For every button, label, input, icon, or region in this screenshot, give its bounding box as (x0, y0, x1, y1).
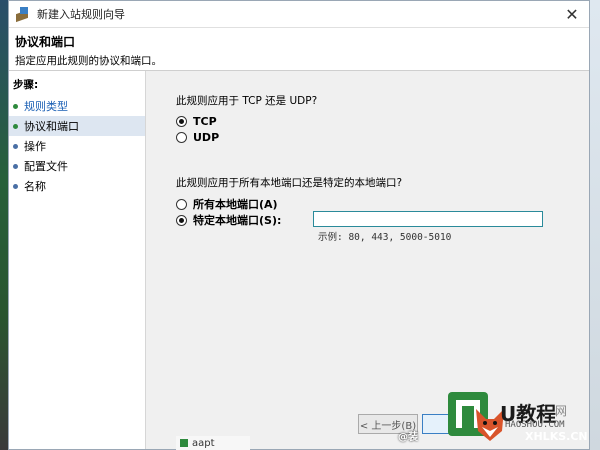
step-dot-icon (13, 183, 18, 189)
back-button[interactable]: < 上一步(B) (358, 414, 418, 434)
step-dot-icon (13, 143, 18, 149)
radio-label: UDP (193, 131, 220, 144)
protocol-question: 此规则应用于 TCP 还是 UDP? (176, 95, 318, 107)
taskbar-item[interactable]: aapt (176, 436, 250, 450)
page-subtitle: 指定应用此规则的协议和端口。 (15, 55, 162, 67)
radio-label: TCP (193, 115, 217, 128)
radio-specific-ports[interactable]: 特定本地端口(S): (176, 212, 281, 228)
step-dot-icon (13, 103, 18, 109)
ports-question: 此规则应用于所有本地端口还是特定的本地端口? (176, 177, 403, 189)
steps-panel: 步骤: 规则类型 协议和端口 操作 配置文件 名称 (9, 71, 146, 449)
app-icon (180, 439, 188, 447)
step-label: 操作 (24, 140, 46, 153)
ports-example: 示例: 80, 443, 5000-5010 (318, 232, 452, 243)
window-title: 新建入站规则向导 (37, 8, 125, 21)
step-label: 名称 (24, 180, 46, 193)
step-dot-icon (13, 163, 18, 169)
close-button[interactable]: ✕ (557, 2, 587, 26)
taskbar-label: aapt (192, 437, 215, 449)
step-label: 配置文件 (24, 160, 68, 173)
page-title: 协议和端口 (15, 35, 76, 49)
radio-udp[interactable]: UDP (176, 131, 219, 144)
wizard-window: 新建入站规则向导 ✕ 协议和端口 指定应用此规则的协议和端口。 步骤: 规则类型… (8, 0, 590, 450)
step-profile[interactable]: 配置文件 (9, 156, 145, 176)
step-dot-icon (13, 123, 18, 129)
firewall-icon (15, 6, 31, 23)
step-label: 协议和端口 (24, 120, 79, 133)
radio-unselected-icon[interactable] (176, 132, 187, 143)
step-name[interactable]: 名称 (9, 176, 145, 196)
radio-tcp[interactable]: TCP (176, 115, 217, 128)
radio-all-ports[interactable]: 所有本地端口(A) (176, 196, 278, 212)
step-protocol-ports[interactable]: 协议和端口 (9, 116, 145, 136)
content-panel: 此规则应用于 TCP 还是 UDP? TCP UDP 此规则应用于所有本地端口还… (146, 71, 589, 449)
radio-selected-icon[interactable] (176, 214, 187, 226)
title-bar: 新建入站规则向导 ✕ (9, 1, 589, 28)
specific-ports-input[interactable] (313, 211, 543, 227)
next-button[interactable] (422, 414, 454, 434)
radio-unselected-icon[interactable] (176, 198, 187, 210)
radio-label: 所有本地端口(A) (193, 198, 278, 211)
wizard-body: 步骤: 规则类型 协议和端口 操作 配置文件 名称 此规则应用于 TCP 还是 … (9, 71, 589, 449)
step-rule-type[interactable]: 规则类型 (9, 96, 145, 116)
radio-label: 特定本地端口(S): (193, 214, 282, 227)
wizard-header: 协议和端口 指定应用此规则的协议和端口。 (9, 28, 589, 71)
radio-selected-icon[interactable] (176, 116, 187, 127)
step-label: 规则类型 (24, 100, 68, 113)
steps-title: 步骤: (13, 79, 39, 91)
step-action[interactable]: 操作 (9, 136, 145, 156)
